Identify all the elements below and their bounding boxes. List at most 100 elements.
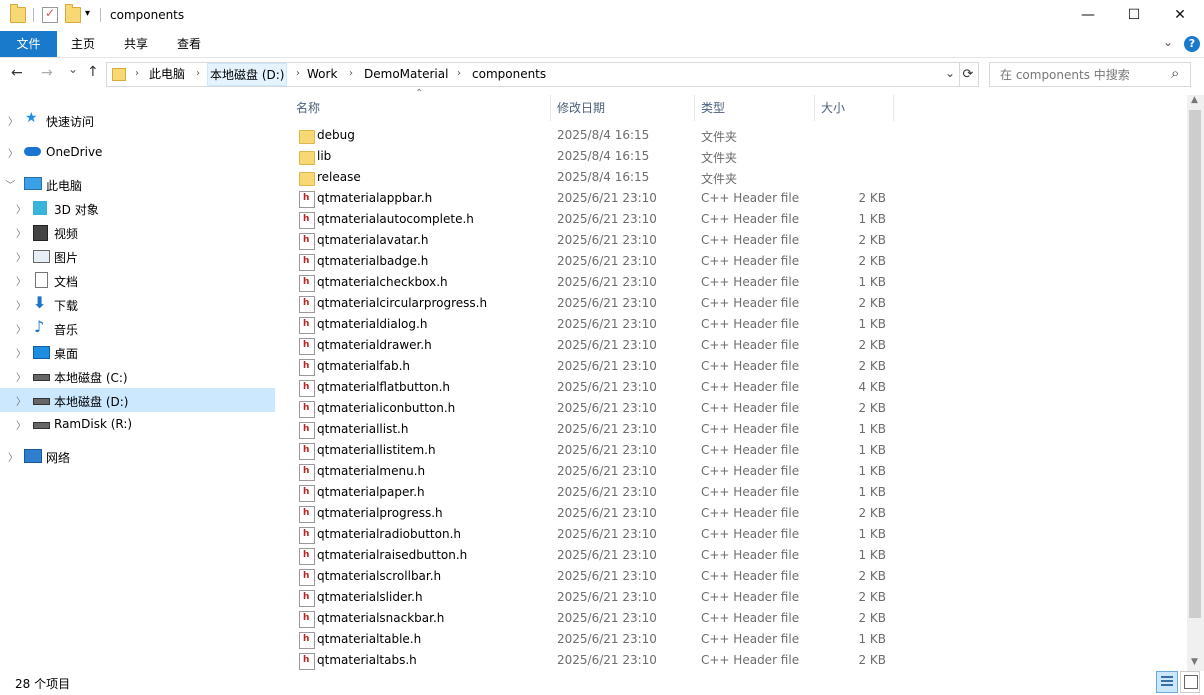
breadcrumb-demomaterial[interactable]: DemoMaterial [364,63,448,86]
close-button[interactable]: ✕ [1157,0,1203,31]
search-input[interactable] [998,66,1162,84]
chevron-right-icon[interactable]: 〉 [8,145,18,160]
sidebar-item-quick-access[interactable]: 〉 ★ 快速访问 [0,108,275,132]
column-divider[interactable] [814,95,815,121]
chevron-right-icon[interactable]: 〉 [16,249,26,264]
sidebar-item-onedrive[interactable]: 〉 OneDrive [0,140,275,164]
file-row[interactable]: h qtmaterialbadge.h 2025/6/21 23:10 C++ Hea… [290,251,890,272]
file-row[interactable]: h qtmaterialcheckbox.h 2025/6/21 23:10 C++ … [290,272,890,293]
file-row[interactable]: debug 2025/8/4 16:15 文件夹 [290,125,890,146]
file-row[interactable]: h qtmaterialautocomplete.h 2025/6/21 23:10… [290,209,890,230]
scrollbar-thumb[interactable] [1189,110,1201,618]
chevron-down-icon[interactable]: 〉 [4,180,19,190]
chevron-right-icon[interactable]: 〉 [16,321,26,336]
file-row[interactable]: h qtmaterialflatbutton.h 2025/6/21 23:10 C+… [290,377,890,398]
sidebar-item-this-pc[interactable]: 〉 此电脑 [0,172,275,196]
properties-icon[interactable]: ✓ [42,6,58,23]
file-row[interactable]: h qtmaterialiconbutton.h 2025/6/21 23:10 C+… [290,398,890,419]
chevron-right-icon[interactable]: 〉 [16,201,26,216]
scroll-down-icon[interactable]: ▼ [1191,657,1198,667]
file-row[interactable]: h qtmaterialslider.h 2025/6/21 23:10 C++ He… [290,587,890,608]
chevron-right-icon[interactable]: 〉 [8,449,18,464]
file-row[interactable]: h qtmaterialtabs.h 2025/6/21 23:10 C++ Head… [290,650,890,671]
chevron-right-icon[interactable]: 〉 [16,225,26,240]
maximize-button[interactable]: ☐ [1111,0,1157,31]
file-row[interactable]: h qtmaterialtable.h 2025/6/21 23:10 C++ Hea… [290,629,890,650]
sidebar-item-network[interactable]: 〉 网络 [0,444,275,468]
address-bar[interactable]: › 此电脑 › 本地磁盘 (D:) › Work › DemoMaterial … [106,62,960,87]
breadcrumb-this-pc[interactable]: 此电脑 [149,63,185,86]
file-row[interactable]: h qtmaterialcircularprogress.h 2025/6/21 2… [290,293,890,314]
column-header-date[interactable]: 修改日期 [557,97,605,119]
tab-file[interactable]: 文件 [0,31,57,57]
chevron-right-icon[interactable]: 〉 [16,369,26,384]
sidebar-item-pictures[interactable]: 〉 图片 [0,244,275,268]
tab-share[interactable]: 共享 [109,31,163,57]
help-icon[interactable]: ? [1184,36,1200,52]
file-row[interactable]: h qtmaterialpaper.h 2025/6/21 23:10 C++ Hea… [290,482,890,503]
file-row[interactable]: h qtmaterialsnackbar.h 2025/6/21 23:10 C++ … [290,608,890,629]
chevron-right-icon[interactable]: › [135,63,139,86]
tab-home[interactable]: 主页 [57,31,109,57]
chevron-right-icon[interactable]: 〉 [16,393,26,408]
recent-locations-button[interactable]: ⌄ [68,62,78,76]
file-row[interactable]: h qtmaterialdialog.h 2025/6/21 23:10 C++ He… [290,314,890,335]
sidebar-item-drive-c[interactable]: 〉 本地磁盘 (C:) [0,364,275,388]
search-icon[interactable]: ⌕ [1171,64,1179,82]
chevron-right-icon[interactable]: 〉 [16,417,26,432]
customize-quick-access-icon[interactable]: ▾ [85,8,90,19]
column-header-size[interactable]: 大小 [821,97,845,119]
expand-ribbon-icon[interactable]: ⌄ [1163,35,1173,49]
file-row[interactable]: h qtmaterialscrollbar.h 2025/6/21 23:10 C++… [290,566,890,587]
breadcrumb-work[interactable]: Work [307,63,337,86]
sidebar-item-ramdisk[interactable]: 〉 RamDisk (R:) [0,412,275,436]
sidebar-item-documents[interactable]: 〉 文档 [0,268,275,292]
file-row[interactable]: h qtmaterialdrawer.h 2025/6/21 23:10 C++ He… [290,335,890,356]
sidebar-item-downloads[interactable]: 〉 ⬇ 下载 [0,292,275,316]
tab-view[interactable]: 查看 [163,31,215,57]
sidebar-item-videos[interactable]: 〉 视频 [0,220,275,244]
scroll-up-icon[interactable]: ▲ [1191,95,1198,105]
breadcrumb-components[interactable]: components [472,63,546,86]
file-type: C++ Header file [701,485,800,499]
back-button[interactable]: ← [11,65,23,81]
file-row[interactable]: h qtmateriallist.h 2025/6/21 23:10 C++ Head… [290,419,890,440]
chevron-right-icon[interactable]: › [296,63,300,86]
file-row[interactable]: h qtmaterialradiobutton.h 2025/6/21 23:10 C… [290,524,890,545]
chevron-right-icon[interactable]: 〉 [16,273,26,288]
column-divider[interactable] [893,95,894,121]
column-divider[interactable] [550,95,551,121]
chevron-right-icon[interactable]: › [196,63,200,86]
sidebar-item-3d-objects[interactable]: 〉 3D 对象 [0,196,275,220]
chevron-right-icon[interactable]: › [457,63,461,86]
details-view-button[interactable] [1156,671,1178,693]
chevron-right-icon[interactable]: 〉 [8,113,18,128]
file-row[interactable]: h qtmaterialfab.h 2025/6/21 23:10 C++ Heade… [290,356,890,377]
forward-button[interactable]: → [41,65,53,81]
refresh-button[interactable]: ⟳ [958,62,979,87]
breadcrumb-drive-d[interactable]: 本地磁盘 (D:) [207,63,288,86]
column-header-name[interactable]: 名称 [296,97,320,119]
chevron-right-icon[interactable]: 〉 [16,345,26,360]
minimize-button[interactable]: — [1065,0,1111,31]
column-divider[interactable] [694,95,695,121]
file-row[interactable]: h qtmaterialappbar.h 2025/6/21 23:10 C++ He… [290,188,890,209]
new-folder-icon[interactable] [65,4,81,23]
chevron-right-icon[interactable]: › [349,63,353,86]
up-button[interactable]: ↑ [87,64,99,80]
search-box[interactable]: ⌕ [989,62,1191,87]
file-row[interactable]: h qtmaterialavatar.h 2025/6/21 23:10 C++ He… [290,230,890,251]
large-icons-view-button[interactable] [1180,671,1200,693]
file-row[interactable]: h qtmaterialprogress.h 2025/6/21 23:10 C++ … [290,503,890,524]
sidebar-item-drive-d[interactable]: 〉 本地磁盘 (D:) [0,388,275,412]
file-row[interactable]: release 2025/8/4 16:15 文件夹 [290,167,890,188]
sidebar-item-desktop[interactable]: 〉 桌面 [0,340,275,364]
address-dropdown-icon[interactable]: ⌄ [945,66,955,80]
chevron-right-icon[interactable]: 〉 [16,297,26,312]
file-row[interactable]: h qtmaterialraisedbutton.h 2025/6/21 23:10… [290,545,890,566]
column-header-type[interactable]: 类型 [701,97,725,119]
file-row[interactable]: h qtmateriallistitem.h 2025/6/21 23:10 C++ … [290,440,890,461]
file-row[interactable]: lib 2025/8/4 16:15 文件夹 [290,146,890,167]
sidebar-item-music[interactable]: 〉 ♪ 音乐 [0,316,275,340]
file-row[interactable]: h qtmaterialmenu.h 2025/6/21 23:10 C++ Head… [290,461,890,482]
